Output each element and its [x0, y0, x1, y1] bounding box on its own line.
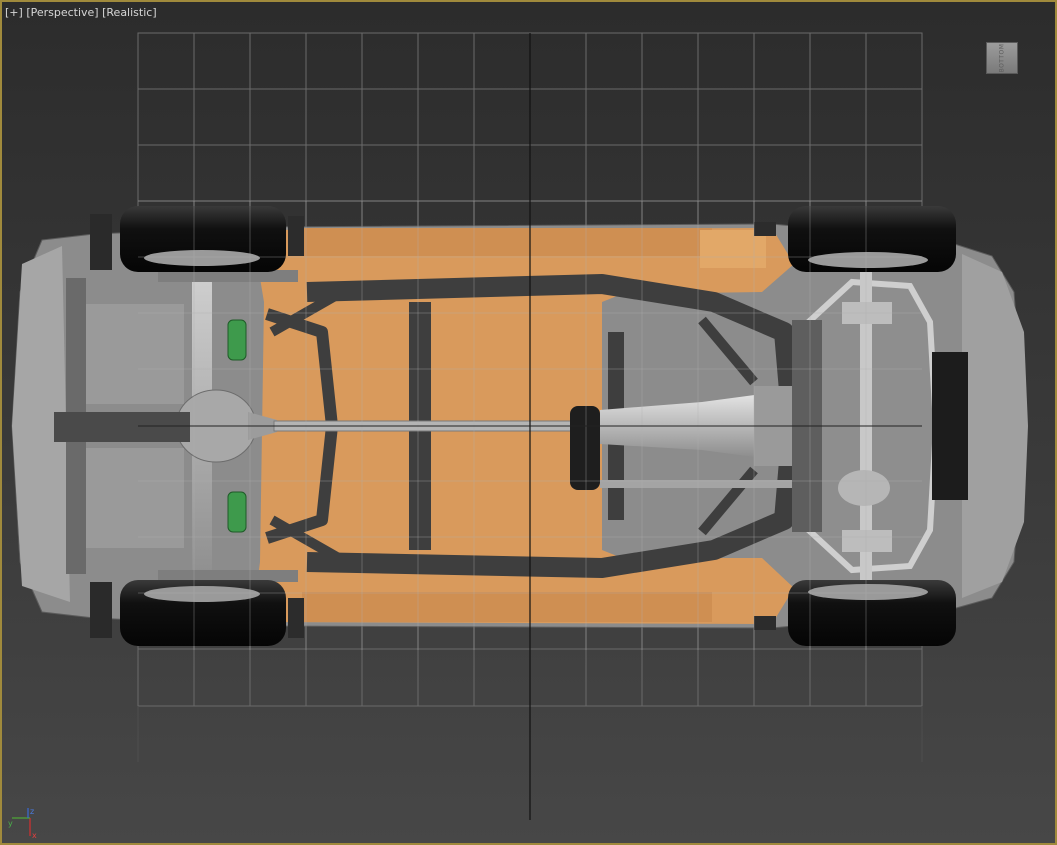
axis-z-label: z [30, 807, 34, 816]
axis-y-label: y [8, 819, 13, 828]
viewport-shading-menu[interactable]: [Realistic] [102, 6, 157, 19]
car-underside-scene [11, 32, 1028, 820]
axis-tripod-gizmo: z y x [8, 807, 37, 840]
viewport-view-menu[interactable]: [Perspective] [26, 6, 98, 19]
viewcube[interactable]: BOTTOM [986, 42, 1018, 74]
perspective-viewport[interactable]: [+] [Perspective] [Realistic] BOTTOM z y… [0, 0, 1057, 845]
viewport-general-menu[interactable]: [+] [5, 6, 23, 19]
axis-x-label: x [32, 831, 37, 840]
viewport-label: [+] [Perspective] [Realistic] [5, 6, 157, 19]
world-axis-lines [138, 33, 922, 820]
viewcube-face-label: BOTTOM [998, 43, 1006, 73]
